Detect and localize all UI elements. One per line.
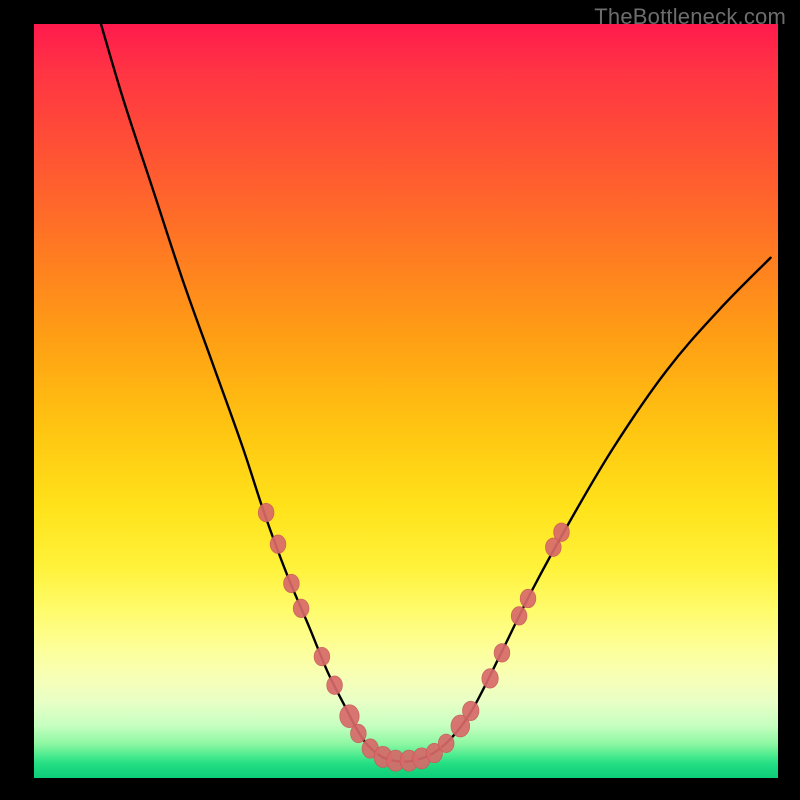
curve-layer — [34, 24, 778, 778]
data-marker — [270, 535, 286, 553]
data-marker — [314, 647, 330, 665]
data-marker — [463, 701, 479, 720]
plot-area — [34, 24, 778, 778]
data-marker — [293, 599, 309, 617]
data-marker — [258, 503, 274, 521]
data-marker — [511, 607, 527, 625]
data-marker — [351, 724, 367, 742]
data-marker — [340, 705, 359, 728]
bottleneck-curve — [101, 24, 771, 762]
data-marker — [494, 644, 510, 662]
data-marker — [482, 669, 498, 688]
data-marker — [284, 574, 300, 592]
data-marker — [327, 676, 343, 694]
watermark-text: TheBottleneck.com — [594, 4, 786, 30]
chart-frame: TheBottleneck.com — [0, 0, 800, 800]
curve-markers — [258, 503, 569, 771]
data-marker — [438, 734, 454, 752]
data-marker — [554, 523, 570, 541]
data-marker — [520, 589, 536, 607]
